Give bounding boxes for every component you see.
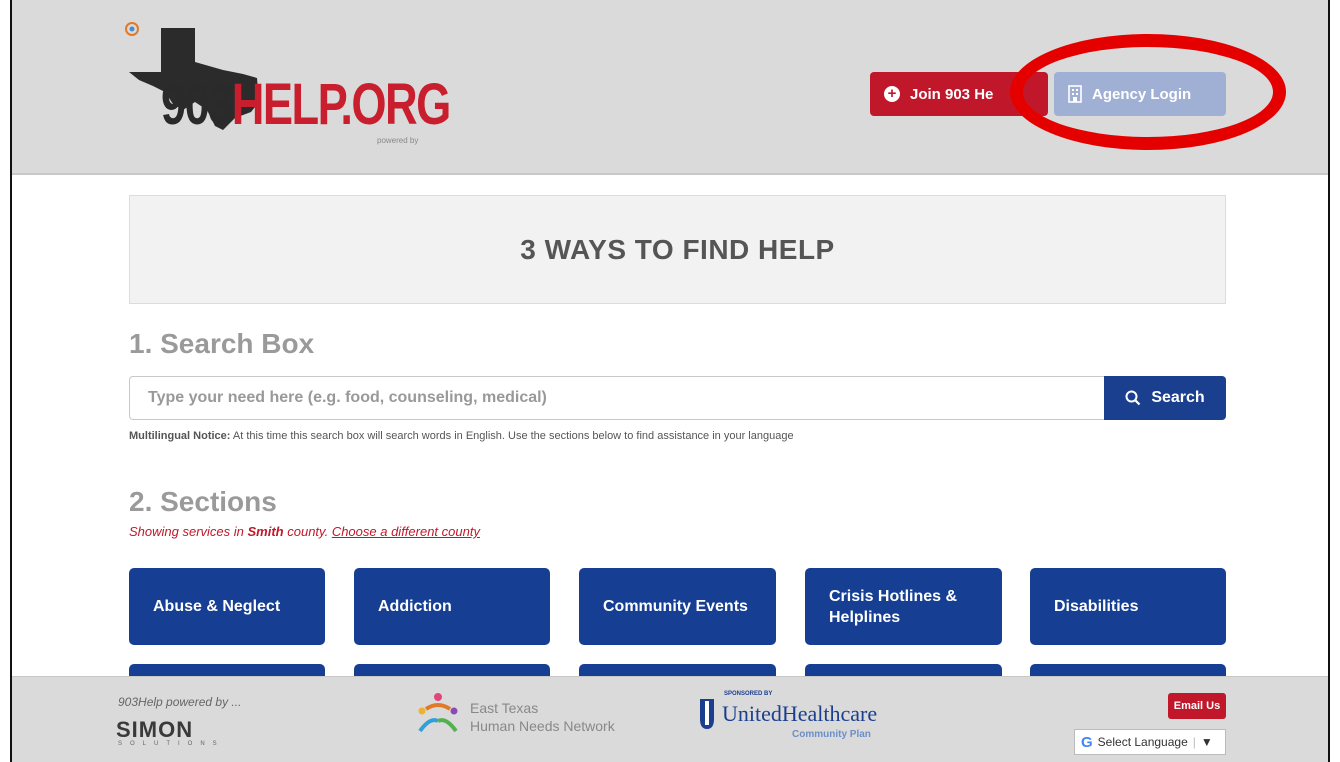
search-icon xyxy=(1125,390,1141,406)
logo-wordmark: 903HELP.ORG xyxy=(161,76,451,134)
search-input[interactable] xyxy=(129,376,1104,420)
logo-powered-by: powered by xyxy=(377,136,419,145)
multilingual-notice: Multilingual Notice: At this time this s… xyxy=(129,430,794,442)
county-prefix: Showing services in xyxy=(129,524,248,539)
etx-text: East Texas Human Needs Network xyxy=(470,699,615,735)
footer-powered-by: 903Help powered by ... xyxy=(118,695,242,709)
find-help-banner: 3 WAYS TO FIND HELP xyxy=(129,195,1226,304)
unitedhealthcare-logo[interactable]: SPONSORED BY UnitedHealthcare Community … xyxy=(698,691,908,747)
section-crisis-hotlines[interactable]: Crisis Hotlines & Helplines xyxy=(805,568,1002,645)
choose-county-link[interactable]: Choose a different county xyxy=(332,524,480,539)
section-community-events[interactable]: Community Events xyxy=(579,568,776,645)
uhc-plan: Community Plan xyxy=(792,729,871,740)
etx-human-needs-logo[interactable]: East Texas Human Needs Network xyxy=(412,691,632,741)
logo-number: 903 xyxy=(161,72,233,137)
section-addiction[interactable]: Addiction xyxy=(354,568,550,645)
banner-title: 3 WAYS TO FIND HELP xyxy=(520,233,835,265)
uhc-shield-icon xyxy=(700,699,714,729)
site-logo[interactable]: 903HELP.ORG powered by xyxy=(125,22,485,152)
join-button-label: Join 903 He xyxy=(910,85,994,103)
simon-badge-icon xyxy=(125,22,139,36)
county-suffix: county. xyxy=(283,524,332,539)
language-separator: | xyxy=(1192,735,1196,749)
language-select[interactable]: G Select Language | ▼ xyxy=(1074,729,1226,755)
search-button-label: Search xyxy=(1151,389,1205,406)
uhc-sponsored-by: SPONSORED BY xyxy=(724,691,773,697)
section-disabilities[interactable]: Disabilities xyxy=(1030,568,1226,645)
notice-label: Multilingual Notice: xyxy=(129,430,231,442)
etx-line1: East Texas xyxy=(470,700,539,716)
search-button[interactable]: Search xyxy=(1104,376,1226,420)
site-header: 903HELP.ORG powered by + Join 903 He Age… xyxy=(12,0,1328,175)
language-select-label: Select Language xyxy=(1097,735,1188,749)
google-icon: G xyxy=(1081,733,1093,751)
county-notice: Showing services in Smith county. Choose… xyxy=(129,524,480,539)
sections-heading: 2. Sections xyxy=(129,486,277,517)
section-abuse-neglect[interactable]: Abuse & Neglect xyxy=(129,568,325,645)
search-form: Search xyxy=(129,376,1226,420)
simon-logo[interactable]: SIMON xyxy=(116,717,193,743)
email-us-button[interactable]: Email Us xyxy=(1168,693,1226,719)
search-box-heading: 1. Search Box xyxy=(129,328,315,359)
annotation-circle xyxy=(1010,34,1286,150)
county-name: Smith xyxy=(247,524,284,539)
site-footer: 903Help powered by ... SIMON SOLUTIONS E… xyxy=(12,676,1328,762)
logo-help: HELP.ORG xyxy=(231,72,452,137)
plus-circle-icon: + xyxy=(884,86,900,102)
simon-logo-sub: SOLUTIONS xyxy=(118,741,225,747)
uhc-name: UnitedHealthcare xyxy=(722,701,878,726)
chevron-down-icon: ▼ xyxy=(1200,735,1213,749)
notice-text: At this time this search box will search… xyxy=(230,430,794,442)
etx-line2: Human Needs Network xyxy=(470,718,615,734)
page-frame: 903HELP.ORG powered by + Join 903 He Age… xyxy=(10,0,1330,762)
people-network-icon xyxy=(418,693,458,733)
